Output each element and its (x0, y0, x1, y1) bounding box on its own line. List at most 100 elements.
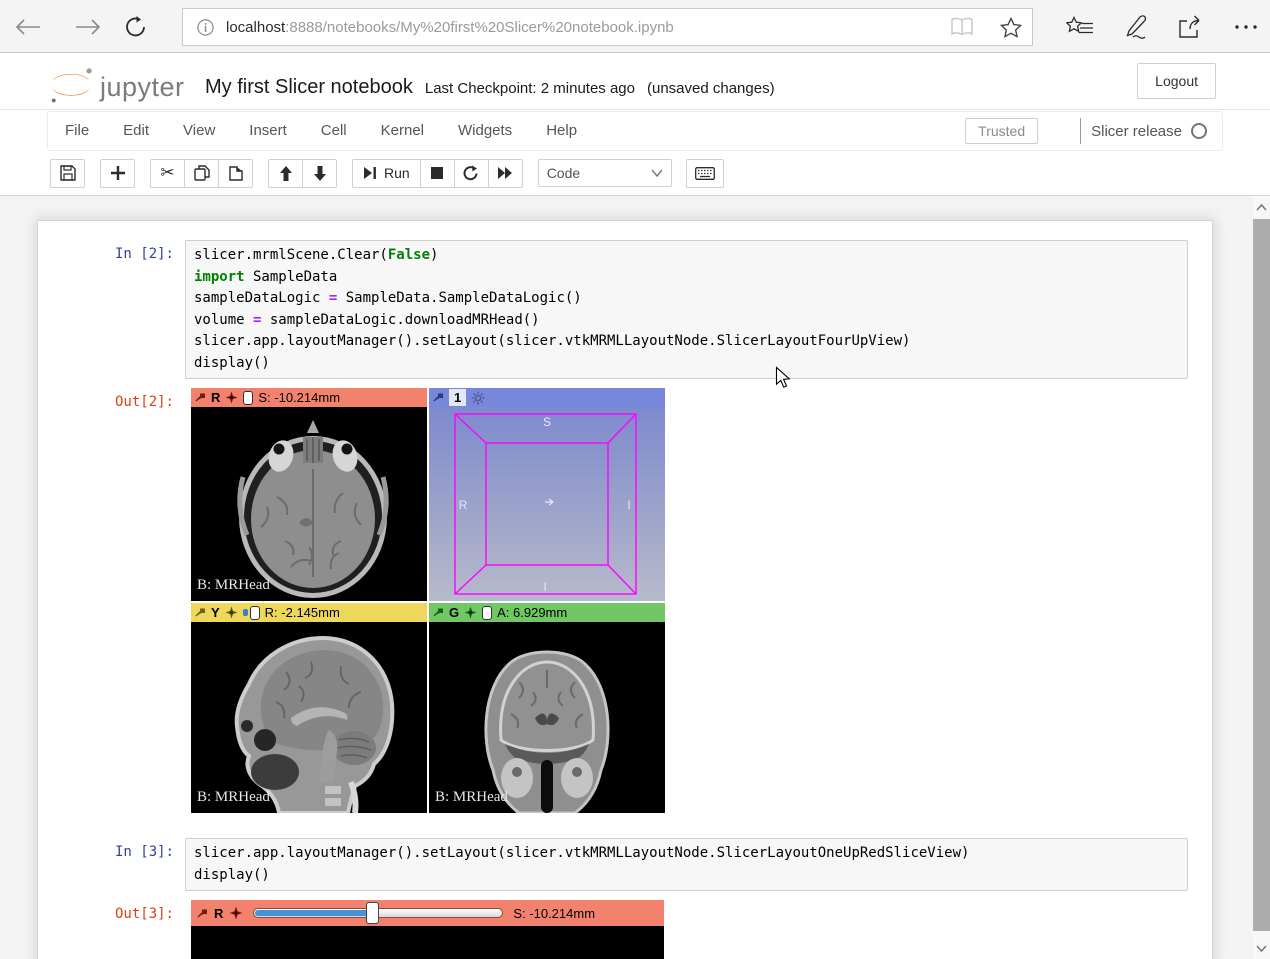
coronal-mri-image[interactable]: B: MRHead (429, 622, 665, 813)
red-view-label: R (211, 390, 220, 405)
url-text[interactable]: localhost:8888/notebooks/My%20first%20Sl… (226, 19, 942, 36)
favorites-hub-icon[interactable] (1066, 13, 1094, 41)
jupyter-logo[interactable]: jupyter (48, 64, 185, 104)
slice-offset-slider[interactable] (253, 908, 503, 918)
axial-mri-image[interactable]: B: MRHead (191, 407, 427, 601)
menu-cell[interactable]: Cell (304, 112, 364, 150)
page-scrollbar[interactable] (1253, 196, 1270, 959)
crosshair-icon[interactable] (464, 606, 477, 619)
threed-scene[interactable]: S R I I (429, 407, 665, 601)
green-slice-view: G A: 6.929mm (429, 603, 665, 813)
cell-type-value: Code (547, 165, 651, 181)
save-button[interactable] (50, 159, 85, 188)
favorite-star-icon[interactable] (1000, 17, 1022, 38)
unsaved-changes-status: (unsaved changes) (647, 80, 775, 97)
menu-help[interactable]: Help (529, 112, 594, 150)
notebook-title[interactable]: My first Slicer notebook (205, 76, 413, 99)
cell-type-dropdown[interactable]: Code (538, 159, 672, 187)
reading-view-icon[interactable] (950, 17, 974, 37)
green-slice-slider-handle[interactable] (482, 606, 492, 620)
notebook-toolbar: ✂ Run Code (0, 152, 1270, 194)
red-slice-image-partial[interactable] (191, 926, 664, 959)
trusted-button[interactable]: Trusted (965, 118, 1038, 144)
axis-label-inferior-right: I (627, 498, 630, 512)
slicer-fourup-view: R S: -10.214mm (191, 388, 665, 813)
yellow-view-header: Y R: -2.145mm (191, 603, 427, 622)
web-note-pen-icon[interactable] (1121, 13, 1149, 41)
menu-edit[interactable]: Edit (106, 112, 166, 150)
yellow-slice-slider-handle[interactable] (250, 606, 260, 620)
jupyter-logo-icon (48, 64, 94, 104)
copy-icon (194, 165, 210, 181)
code-input-2[interactable]: slicer.mrmlScene.Clear(False)import Samp… (185, 240, 1188, 379)
red-oneup-readout: S: -10.214mm (513, 906, 595, 921)
scrollbar-thumb[interactable] (1253, 219, 1270, 931)
code-cell-2[interactable]: In [2]: slicer.mrmlScene.Clear(False)imp… (38, 240, 1212, 379)
url-host: localhost (226, 19, 285, 36)
crosshair-icon[interactable] (225, 391, 238, 404)
command-palette-button[interactable] (686, 159, 724, 188)
output-prompt-3: Out[3]: (38, 900, 185, 922)
red-slice-slider-handle[interactable] (243, 391, 253, 405)
menu-widgets[interactable]: Widgets (441, 112, 529, 150)
pin-icon[interactable] (197, 908, 208, 919)
code-cell-3[interactable]: In [3]: slicer.app.layoutManager().setLa… (38, 838, 1212, 891)
restart-kernel-button[interactable] (454, 159, 489, 188)
pin-icon[interactable] (195, 607, 206, 618)
scroll-down-icon[interactable] (1253, 940, 1270, 957)
menu-file[interactable]: File (48, 112, 106, 150)
run-icon (363, 166, 377, 180)
move-cell-up-button[interactable] (268, 159, 303, 188)
scroll-up-icon[interactable] (1253, 199, 1270, 216)
move-cell-down-button[interactable] (302, 159, 337, 188)
menu-view[interactable]: View (166, 112, 232, 150)
arrow-down-icon (313, 166, 327, 181)
pin-icon[interactable] (195, 392, 206, 403)
red-oneup-header: R S: -10.214mm (191, 900, 664, 926)
red-volume-label: B: MRHead (197, 577, 270, 594)
center-view-icon[interactable] (471, 391, 485, 405)
refresh-icon[interactable] (122, 13, 150, 41)
save-icon (60, 165, 76, 181)
restart-icon (463, 165, 479, 181)
cut-cell-button[interactable]: ✂ (150, 159, 185, 188)
yellow-volume-label: B: MRHead (197, 789, 270, 806)
yellow-view-label: Y (211, 605, 220, 620)
jupyter-header: jupyter My first Slicer notebook Last Ch… (0, 54, 1270, 110)
more-options-icon[interactable] (1232, 13, 1260, 41)
crosshair-icon[interactable] (229, 906, 243, 920)
menu-bar: File Edit View Insert Cell Kernel Widget… (47, 111, 1223, 151)
back-icon[interactable] (14, 13, 42, 41)
fast-forward-icon (497, 166, 513, 180)
sagittal-mri-image[interactable]: B: MRHead (191, 622, 427, 813)
forward-icon[interactable] (74, 13, 102, 41)
restart-run-all-button[interactable] (488, 159, 523, 188)
yellow-slice-readout: R: -2.145mm (265, 605, 340, 620)
output-prompt-2: Out[2]: (38, 388, 185, 410)
stop-button[interactable] (420, 159, 455, 188)
input-prompt-2: In [2]: (38, 240, 185, 262)
add-cell-button[interactable] (100, 159, 135, 188)
red-oneup-label: R (214, 906, 223, 921)
arrow-up-icon (279, 166, 293, 181)
address-bar[interactable]: localhost:8888/notebooks/My%20first%20Sl… (182, 8, 1033, 46)
red-view-header: R S: -10.214mm (191, 388, 427, 407)
logout-button[interactable]: Logout (1137, 63, 1216, 99)
pin-icon[interactable] (433, 392, 444, 403)
jupyter-logo-text: jupyter (100, 70, 185, 104)
menu-insert[interactable]: Insert (232, 112, 304, 150)
slider-handle[interactable] (366, 902, 379, 924)
menu-kernel[interactable]: Kernel (364, 112, 441, 150)
paste-cell-button[interactable] (218, 159, 253, 188)
copy-cell-button[interactable] (184, 159, 219, 188)
axis-label-superior: S (543, 415, 551, 429)
share-icon[interactable] (1176, 13, 1204, 41)
code-input-3[interactable]: slicer.app.layoutManager().setLayout(sli… (185, 838, 1188, 891)
crosshair-icon[interactable] (225, 606, 238, 619)
green-view-header: G A: 6.929mm (429, 603, 665, 622)
pin-icon[interactable] (433, 607, 444, 618)
threed-view-label: 1 (449, 389, 466, 406)
run-button[interactable]: Run (352, 159, 421, 188)
site-info-icon[interactable] (197, 19, 214, 36)
slicer-oneup-red-view: R S: -10.214mm (191, 900, 664, 959)
